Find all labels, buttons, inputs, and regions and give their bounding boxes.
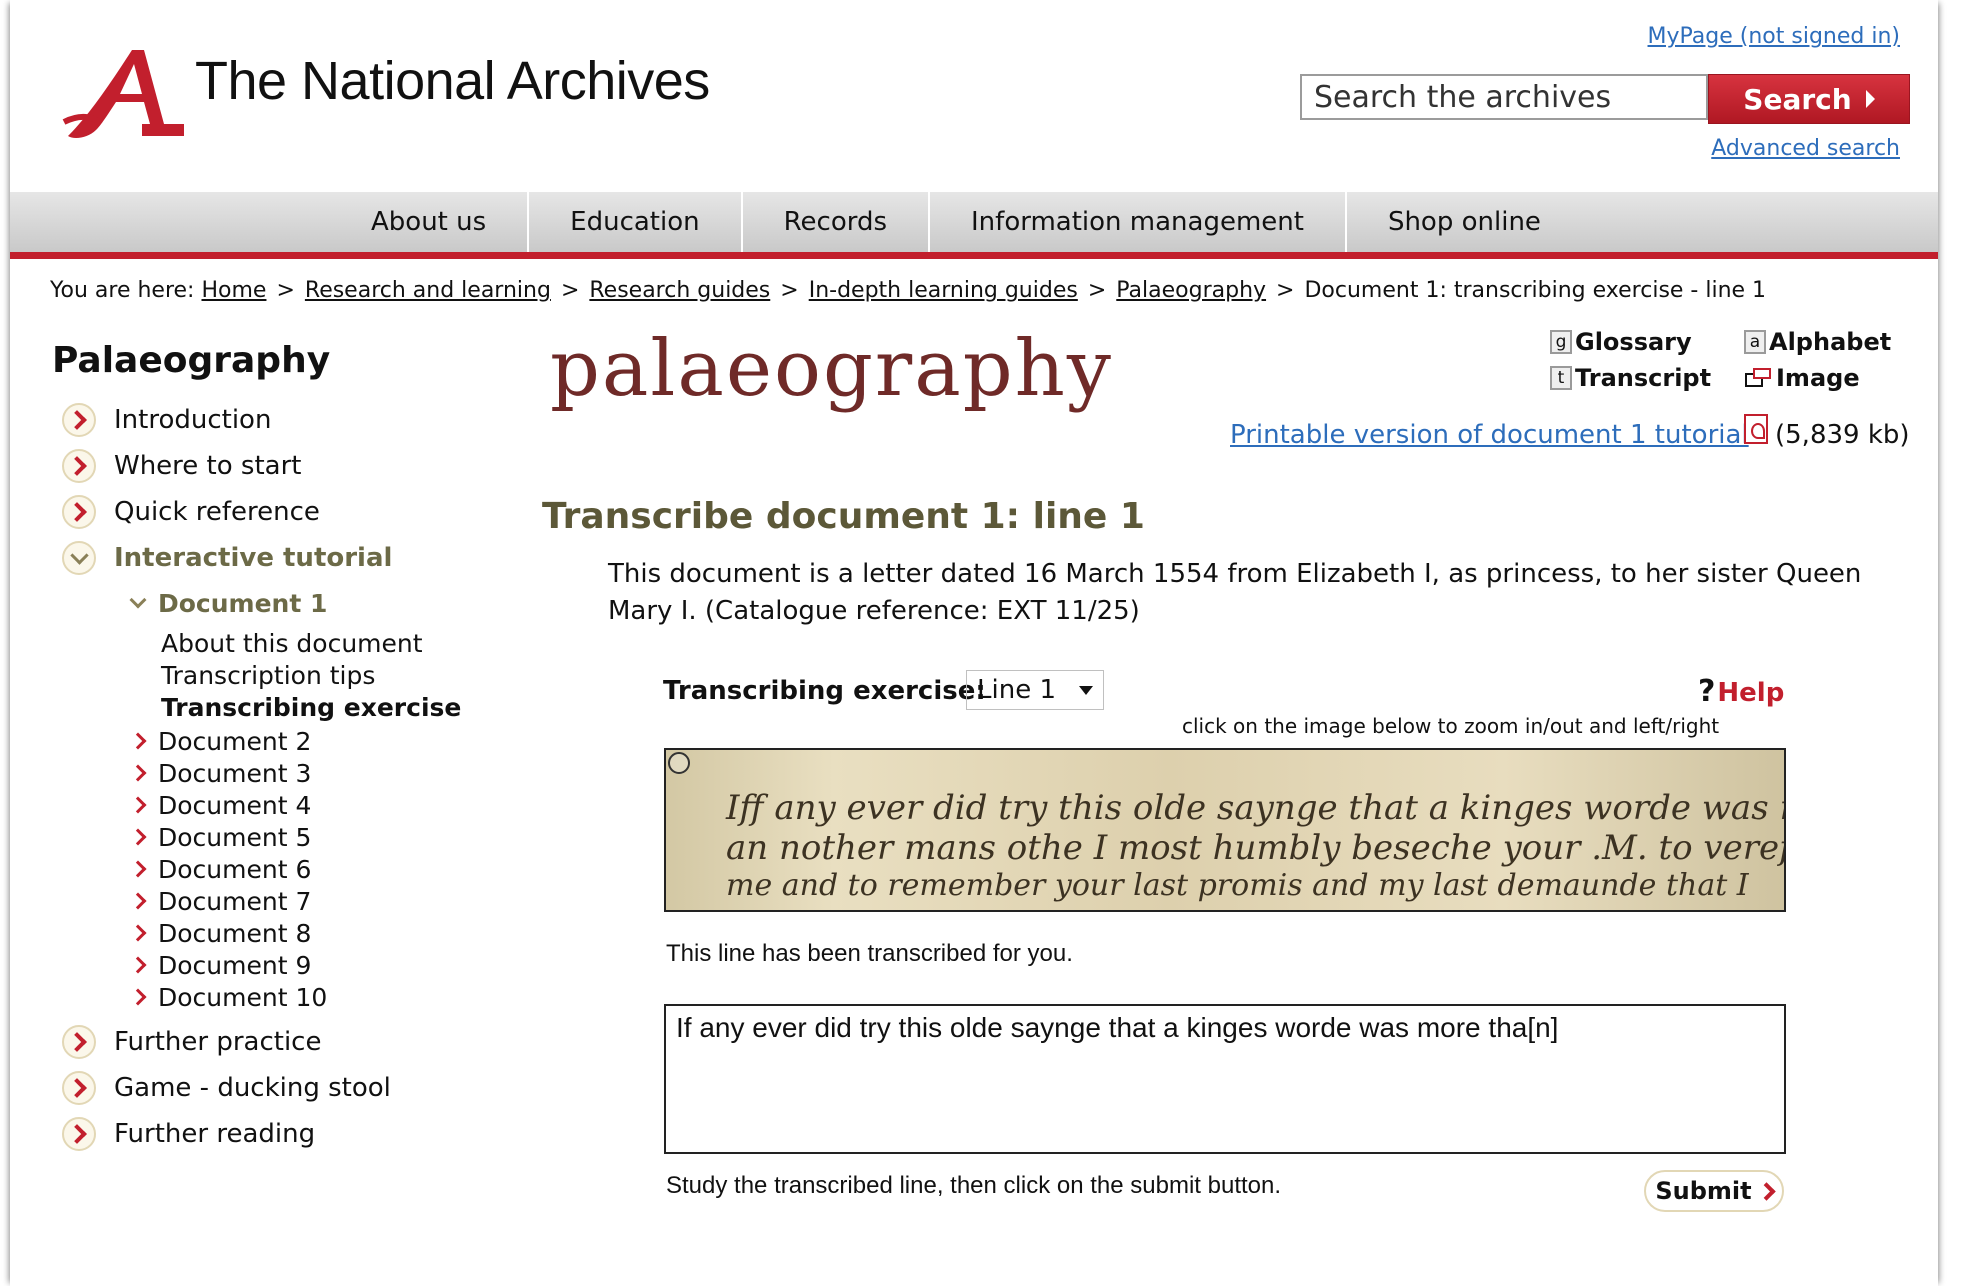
sidebar-item-quick-reference[interactable]: Quick reference: [62, 492, 320, 532]
search-button[interactable]: Search: [1708, 74, 1910, 124]
sidebar-item-ducking-stool[interactable]: Game - ducking stool: [62, 1068, 391, 1108]
zoom-hint: click on the image below to zoom in/out …: [1182, 714, 1720, 738]
chevron-down-icon: [129, 591, 147, 609]
sidebar-doc-8[interactable]: Document 8: [129, 916, 311, 950]
chevron-right-icon: [129, 796, 147, 814]
nav-about-us[interactable]: About us: [330, 192, 527, 252]
sidebar-doc-2[interactable]: Document 2: [129, 724, 311, 758]
national-archives-logo[interactable]: [60, 44, 200, 140]
nav-information-management[interactable]: Information management: [928, 192, 1345, 252]
chevron-right-icon: [1756, 1181, 1776, 1201]
chevron-right-icon: [129, 892, 147, 910]
main-nav: About us Education Records Information m…: [10, 192, 1938, 259]
chevron-right-icon: [129, 764, 147, 782]
sidebar-doc-9[interactable]: Document 9: [129, 948, 311, 982]
sidebar-item-introduction[interactable]: Introduction: [62, 400, 271, 440]
chevron-down-icon: [62, 541, 96, 575]
document-image[interactable]: Iff any ever did try this olde saynge th…: [664, 748, 1786, 912]
glossary-icon: g: [1550, 330, 1572, 354]
sidebar-title: Palaeography: [52, 340, 331, 381]
glossary-link[interactable]: g Glossary: [1550, 328, 1692, 356]
sidebar-item-further-reading[interactable]: Further reading: [62, 1114, 315, 1154]
chevron-right-icon: [129, 988, 147, 1006]
transcript-textarea[interactable]: If any ever did try this olde saynge tha…: [664, 1004, 1786, 1154]
printable-version-link[interactable]: Printable version of document 1 tutorial: [1230, 420, 1749, 450]
handwriting-image-line: an nother mans othe I most humbly besech…: [726, 828, 1786, 868]
chevron-right-icon: [62, 1025, 96, 1059]
printable-file-size: (5,839 kb): [1775, 420, 1910, 450]
transcript-icon: t: [1550, 366, 1572, 390]
sidebar-doc-6[interactable]: Document 6: [129, 852, 311, 886]
nav-records[interactable]: Records: [740, 192, 928, 252]
handwriting-image-line: me and to remember your last promis and …: [726, 868, 1749, 903]
chevron-right-icon: [62, 449, 96, 483]
sidebar-doc-7[interactable]: Document 7: [129, 884, 311, 918]
chevron-right-icon: [129, 828, 147, 846]
help-label: Help: [1717, 678, 1785, 708]
magnifier-icon: [668, 752, 690, 774]
line-select-value: Line 1: [977, 675, 1056, 705]
sidebar-item-where-to-start[interactable]: Where to start: [62, 446, 301, 486]
palaeography-logo: palaeography: [550, 324, 1113, 414]
nav-education[interactable]: Education: [527, 192, 740, 252]
sidebar-doc-4[interactable]: Document 4: [129, 788, 311, 822]
breadcrumb-current: Document 1: transcribing exercise - line…: [1304, 278, 1767, 303]
pdf-icon[interactable]: [1744, 414, 1768, 444]
exercise-label: Transcribing exercise:: [663, 676, 986, 706]
page-title: Transcribe document 1: line 1: [542, 496, 1145, 537]
arrow-right-icon: [1865, 90, 1875, 108]
search-button-label: Search: [1743, 82, 1852, 116]
breadcrumb-research-guides[interactable]: Research guides: [589, 278, 770, 303]
transcript-link[interactable]: t Transcript: [1550, 364, 1711, 392]
sidebar-item-further-practice[interactable]: Further practice: [62, 1022, 321, 1062]
breadcrumb-prefix: You are here:: [50, 278, 195, 303]
submit-button[interactable]: Submit: [1644, 1170, 1784, 1212]
image-link[interactable]: Image: [1744, 364, 1860, 392]
alphabet-icon: a: [1744, 330, 1766, 354]
line-select[interactable]: Line 1: [966, 670, 1104, 710]
sidebar-doc-1[interactable]: Document 1: [129, 586, 327, 620]
handwriting-image-line: Iff any ever did try this olde saynge th…: [726, 788, 1784, 828]
chevron-right-icon: [129, 732, 147, 750]
breadcrumb: You are here: Home > Research and learning…: [50, 278, 1767, 303]
submit-label: Submit: [1655, 1177, 1752, 1205]
help-link[interactable]: ?Help: [1698, 674, 1784, 709]
document-description: This document is a letter dated 16 March…: [608, 559, 1862, 626]
study-instruction: Study the transcribed line, then click o…: [666, 1172, 1282, 1199]
popup-window-icon: [1745, 368, 1771, 387]
search-input[interactable]: [1300, 74, 1708, 120]
sidebar-transcription-tips[interactable]: Transcription tips: [161, 658, 375, 692]
help-icon: ?: [1698, 674, 1716, 709]
chevron-right-icon: [62, 1117, 96, 1151]
chevron-right-icon: [62, 1071, 96, 1105]
breadcrumb-research-learning[interactable]: Research and learning: [305, 278, 551, 303]
sidebar-transcribing-exercise[interactable]: Transcribing exercise: [161, 690, 461, 724]
sidebar-about-document[interactable]: About this document: [161, 626, 423, 660]
dropdown-arrow-icon: [1079, 686, 1093, 695]
chevron-right-icon: [129, 860, 147, 878]
page-frame: The National Archives MyPage (not signed…: [10, 0, 1938, 1286]
breadcrumb-home[interactable]: Home: [201, 278, 266, 303]
chevron-right-icon: [62, 495, 96, 529]
chevron-right-icon: [129, 956, 147, 974]
chevron-right-icon: [62, 403, 96, 437]
chevron-right-icon: [129, 924, 147, 942]
sidebar-doc-3[interactable]: Document 3: [129, 756, 311, 790]
transcribed-note: This line has been transcribed for you.: [666, 940, 1073, 967]
alphabet-link[interactable]: a Alphabet: [1744, 328, 1891, 356]
breadcrumb-in-depth-guides[interactable]: In-depth learning guides: [809, 278, 1078, 303]
sidebar-item-interactive-tutorial[interactable]: Interactive tutorial: [62, 538, 392, 578]
sidebar-doc-10[interactable]: Document 10: [129, 980, 327, 1014]
sidebar-doc-5[interactable]: Document 5: [129, 820, 311, 854]
nav-shop-online[interactable]: Shop online: [1344, 192, 1582, 252]
breadcrumb-palaeography[interactable]: Palaeography: [1116, 278, 1266, 303]
advanced-search-link[interactable]: Advanced search: [1711, 136, 1900, 161]
mypage-link[interactable]: MyPage (not signed in): [1648, 24, 1900, 49]
site-name[interactable]: The National Archives: [195, 50, 710, 112]
